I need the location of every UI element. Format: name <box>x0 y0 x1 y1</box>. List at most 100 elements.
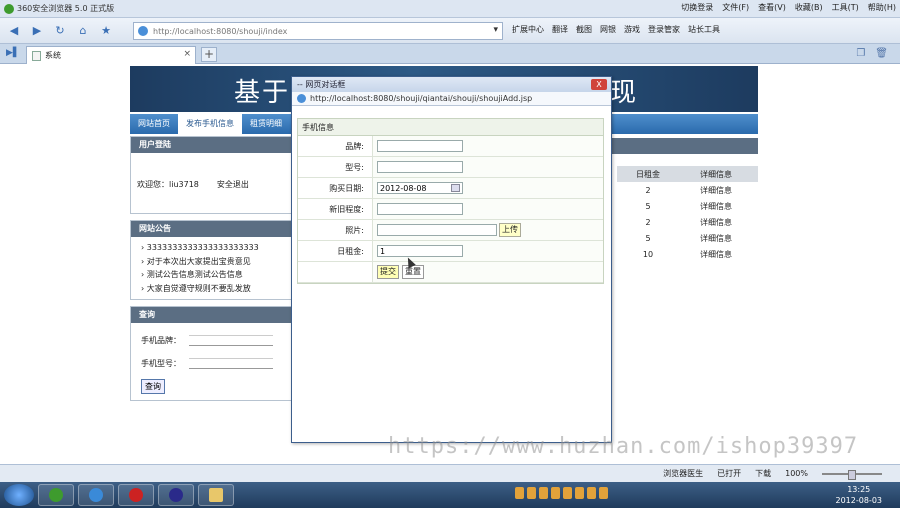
tray-icon[interactable] <box>563 487 572 499</box>
sidebar-toggle-icon[interactable]: ▶▌ <box>6 48 20 58</box>
phone-list-header-bar <box>607 138 758 154</box>
notice-item[interactable]: › 对于本次出大家提出宝贵意见 <box>141 255 291 269</box>
globe-icon <box>138 26 148 36</box>
notice-item[interactable]: › 测试公告信息测试公告信息 <box>141 268 291 282</box>
tab-system[interactable]: 系统 × <box>26 46 196 64</box>
tray-icon[interactable] <box>599 487 608 499</box>
dialog-title: -- 网页对话框 <box>297 80 346 89</box>
browser-toolbar: ◀ ▶ ↻ ⌂ ★ http://localhost:8080/shouji/i… <box>0 18 900 44</box>
model-label: 型号: <box>298 157 373 177</box>
menu-login[interactable]: 切换登录 <box>681 2 713 13</box>
form-title: 手机信息 <box>298 119 603 136</box>
calendar-icon[interactable] <box>451 184 460 192</box>
clock-date: 2012-08-03 <box>835 496 883 505</box>
taskbar-app-cherry-icon[interactable] <box>118 484 154 506</box>
taskbar-app-360-icon[interactable] <box>38 484 74 506</box>
taskbar-app-ie-icon[interactable] <box>78 484 114 506</box>
photo-input[interactable] <box>377 224 497 236</box>
submit-button[interactable]: 提交 <box>377 265 399 279</box>
chevron-down-icon[interactable]: ▾ <box>493 25 498 35</box>
refresh-icon[interactable]: ↻ <box>51 22 69 40</box>
watermark-text: https://www.huzhan.com/ishop39397 <box>388 434 859 459</box>
model-search-input[interactable] <box>189 358 273 369</box>
brand-search-label: 手机品牌： <box>141 336 181 345</box>
tab-bar: ▶▌ 系统 × + ❐ 🗑 <box>0 44 900 64</box>
nav-publish[interactable]: 发布手机信息 <box>178 114 242 134</box>
tray-icon[interactable] <box>515 487 524 499</box>
dialog-url: http://localhost:8080/shouji/qiantai/sho… <box>310 94 533 103</box>
app-title: 360安全浏览器 5.0 正式版 <box>4 3 114 14</box>
zoom-slider[interactable] <box>822 469 882 480</box>
taskbar-app-folder-icon[interactable] <box>198 484 234 506</box>
logout-link[interactable]: 安全退出 <box>217 179 249 213</box>
restore-icon[interactable]: ❐ <box>856 48 865 59</box>
rent-label: 日租金: <box>298 241 373 261</box>
browser-doctor[interactable]: 浏览器医生 <box>663 468 703 479</box>
windows-taskbar: 13:25 2012-08-03 <box>0 482 900 508</box>
login-box-title: 用户登陆 <box>131 137 291 153</box>
trash-icon[interactable]: 🗑 <box>875 48 888 59</box>
menu-view[interactable]: 查看(V) <box>758 2 786 13</box>
upload-button[interactable]: 上传 <box>499 223 521 237</box>
welcome-text: 欢迎您：liu3718 <box>137 180 199 189</box>
brand-search-input[interactable] <box>189 335 273 346</box>
banner-title-right: 现 <box>610 78 637 108</box>
address-url[interactable]: http://localhost:8080/shouji/index <box>153 27 287 36</box>
rent-input[interactable] <box>377 245 463 257</box>
notice-item[interactable]: › 大家自觉遵守规则不要乱发放 <box>141 282 291 296</box>
ext-bank[interactable]: 网银 <box>600 24 616 35</box>
detail-link[interactable]: 详细信息 <box>679 201 753 212</box>
close-icon[interactable]: X <box>591 79 607 90</box>
form-row-brand: 品牌: <box>298 136 603 157</box>
reset-button[interactable]: 重置 <box>402 265 424 279</box>
detail-link[interactable]: 详细信息 <box>679 249 753 260</box>
clock-time: 13:25 <box>847 485 871 494</box>
photo-label: 照片: <box>298 220 373 240</box>
address-bar[interactable]: http://localhost:8080/shouji/index ▾ <box>133 22 503 40</box>
start-button-icon[interactable] <box>4 484 34 506</box>
downloads[interactable]: 下载 <box>755 468 771 479</box>
nav-home[interactable]: 网站首页 <box>130 114 178 134</box>
new-tab-button[interactable]: + <box>201 47 217 62</box>
ext-center[interactable]: 扩展中心 <box>512 24 544 35</box>
tray-icon[interactable] <box>539 487 548 499</box>
open-count[interactable]: 已打开 <box>717 468 741 479</box>
tray-icon[interactable] <box>551 487 560 499</box>
ext-screenshot[interactable]: 截图 <box>576 24 592 35</box>
detail-link[interactable]: 详细信息 <box>679 185 753 196</box>
menu-file[interactable]: 文件(F) <box>722 2 749 13</box>
table-row: 2 详细信息 <box>617 214 758 230</box>
back-arrow-icon[interactable]: ◀ <box>5 22 23 40</box>
tray-icon[interactable] <box>575 487 584 499</box>
condition-input[interactable] <box>377 203 463 215</box>
close-tab-icon[interactable]: × <box>183 49 191 59</box>
browser-title-text: 360安全浏览器 5.0 正式版 <box>17 4 115 13</box>
ext-login-manager[interactable]: 登录管家 <box>648 24 680 35</box>
ext-games[interactable]: 游戏 <box>624 24 640 35</box>
system-clock[interactable]: 13:25 2012-08-03 <box>836 484 883 506</box>
model-input[interactable] <box>377 161 463 173</box>
zoom-level[interactable]: 100% <box>785 469 808 478</box>
detail-link[interactable]: 详细信息 <box>679 233 753 244</box>
form-row-photo: 照片: 上传 <box>298 220 603 241</box>
brand-input[interactable] <box>377 140 463 152</box>
menu-favorites[interactable]: 收藏(B) <box>795 2 823 13</box>
ext-translate[interactable]: 翻译 <box>552 24 568 35</box>
query-button[interactable]: 查询 <box>141 379 165 394</box>
form-row-condition: 新旧程度: <box>298 199 603 220</box>
ext-webmaster[interactable]: 站长工具 <box>688 24 720 35</box>
tray-icon[interactable] <box>527 487 536 499</box>
menu-help[interactable]: 帮助(H) <box>868 2 896 13</box>
search-box-title: 查询 <box>131 307 291 323</box>
home-icon[interactable]: ⌂ <box>74 22 92 40</box>
col-rent-header: 日租金 <box>636 169 660 179</box>
nav-rental-detail[interactable]: 租赁明细 <box>242 114 290 134</box>
taskbar-app-eclipse-icon[interactable] <box>158 484 194 506</box>
menu-tools[interactable]: 工具(T) <box>832 2 859 13</box>
form-row-date: 购买日期: <box>298 178 603 199</box>
detail-link[interactable]: 详细信息 <box>679 217 753 228</box>
notice-item[interactable]: › 3333333333333333333333 <box>141 241 291 255</box>
star-icon[interactable]: ★ <box>97 22 115 40</box>
tray-icon[interactable] <box>587 487 596 499</box>
forward-arrow-icon[interactable]: ▶ <box>28 22 46 40</box>
